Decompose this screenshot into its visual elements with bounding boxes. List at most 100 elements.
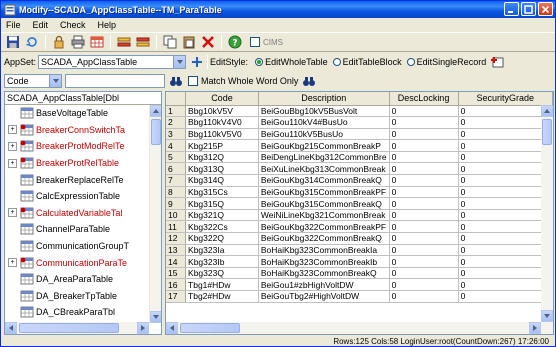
table-cell[interactable]: 0: [389, 186, 459, 199]
expand-icon[interactable]: +: [8, 258, 17, 268]
table-cell[interactable]: BeiGouKbg315CommonBreakPF: [258, 186, 390, 199]
column-header[interactable]: [166, 92, 187, 106]
search-input[interactable]: [65, 74, 165, 88]
tree-item[interactable]: + CalculatedVariableTal: [5, 205, 161, 222]
table-cell[interactable]: 0: [458, 128, 553, 141]
match-whole-word-checkbox[interactable]: Match Whole Word Only: [188, 76, 298, 86]
find-button[interactable]: [168, 73, 184, 89]
table-cell[interactable]: 0: [389, 116, 459, 129]
tree-item[interactable]: + BreakerConnSwitchTa: [5, 122, 161, 139]
help-button[interactable]: ?: [227, 34, 243, 50]
table-cell[interactable]: Bbg110kV4V0: [185, 116, 259, 129]
scroll-right-button[interactable]: [137, 322, 149, 334]
close-button[interactable]: [538, 2, 553, 16]
table-cell[interactable]: 0: [389, 278, 459, 291]
table-cell[interactable]: Kbg323Ia: [185, 244, 259, 257]
cims-checkbox-box[interactable]: [250, 37, 260, 47]
add-record-button[interactable]: [489, 54, 505, 70]
delete-button[interactable]: [200, 34, 216, 50]
table-cell[interactable]: 0: [389, 128, 459, 141]
scroll-right-button[interactable]: [529, 322, 541, 334]
expand-icon[interactable]: +: [8, 141, 17, 151]
tree-item[interactable]: CommunicationGroupT: [5, 238, 161, 255]
insert-row-button[interactable]: [116, 34, 132, 50]
radio-edit-whole-table[interactable]: EditWholeTable: [255, 57, 328, 67]
table-cell[interactable]: BeiGou110kV4#BusUo: [258, 116, 390, 129]
table-cell[interactable]: Kbg313Q: [185, 162, 259, 176]
table-cell[interactable]: BeiDengLineKbg312CommonBre: [258, 151, 390, 164]
table-cell[interactable]: 0: [458, 116, 553, 129]
table-cell[interactable]: Kbg321Q: [185, 209, 259, 222]
table-cell[interactable]: BeiGouKbg322CommonBreakPF: [258, 220, 390, 234]
expand-icon[interactable]: +: [8, 208, 17, 218]
table-cell[interactable]: 0: [389, 290, 459, 303]
radio-dot[interactable]: [332, 58, 341, 66]
table-cell[interactable]: 0: [389, 220, 459, 234]
table-row[interactable]: 7 Kbg314Q BeiGouKbg314CommonBreakQ 0 0: [166, 174, 553, 187]
table-cell[interactable]: 0: [389, 209, 459, 222]
save-button[interactable]: [5, 34, 21, 50]
radio-dot[interactable]: [406, 58, 415, 66]
table-cell[interactable]: Tbg2#HDw: [185, 290, 259, 303]
table-cell[interactable]: Kbg314Q: [185, 174, 259, 187]
table-row[interactable]: 14 Kbg323Ib BoHaiKbg323CommonBreakIb 0 0: [166, 255, 553, 268]
table-cell[interactable]: Bbg10kV5V: [185, 105, 259, 118]
table-cell[interactable]: BeiGouKbg215CommonBreakP: [258, 139, 390, 152]
table-row[interactable]: 5 Kbg312Q BeiDengLineKbg312CommonBre 0 0: [166, 151, 553, 164]
grid-vertical-scrollbar[interactable]: [541, 105, 553, 322]
scroll-up-button[interactable]: [150, 105, 161, 117]
add-appset-button[interactable]: [189, 54, 205, 70]
scroll-down-button[interactable]: [541, 310, 553, 322]
table-cell[interactable]: 0: [458, 139, 553, 152]
table-cell[interactable]: Kbg323Q: [185, 267, 259, 280]
table-cell[interactable]: BeiGouKbg315CommonBreakQ: [258, 197, 390, 210]
table-cell[interactable]: 0: [458, 290, 553, 303]
table-cell[interactable]: Kbg322Cs: [185, 220, 259, 234]
table-cell[interactable]: 0: [458, 174, 553, 187]
cims-checkbox[interactable]: CIMS: [250, 37, 283, 47]
table-cell[interactable]: 0: [389, 139, 459, 152]
table-row[interactable]: 3 Bbg110kV5V0 BeiGou110kV5BusUo 0 0: [166, 128, 553, 141]
table-row[interactable]: 10 Kbg321Q WeiNiLineKbg321CommonBreak 0 0: [166, 209, 553, 222]
table-cell[interactable]: BoHaiKbg323CommonBreakIb: [258, 255, 390, 268]
table-cell[interactable]: 0: [389, 105, 459, 118]
tree-horizontal-scrollbar[interactable]: [5, 322, 149, 334]
scroll-thumb[interactable]: [151, 119, 161, 145]
table-cell[interactable]: BeiGouTbg2#HighVoltDW: [258, 290, 390, 303]
expand-icon[interactable]: +: [8, 125, 17, 135]
table-cell[interactable]: 0: [458, 232, 553, 245]
tree-item[interactable]: + BreakerProtRelTable: [5, 155, 161, 172]
tree-item[interactable]: DA_BreakerTpTable: [5, 288, 161, 305]
menu-edit[interactable]: Edit: [31, 20, 51, 30]
table-cell[interactable]: 0: [389, 244, 459, 257]
expand-icon[interactable]: +: [8, 158, 17, 168]
table-cell[interactable]: BeiXuLineKbg313CommonBreak: [258, 162, 390, 176]
radio-dot[interactable]: [255, 58, 264, 66]
table-cell[interactable]: BeiGouBbg10kV5BusVolt: [258, 105, 390, 118]
scroll-thumb[interactable]: [180, 323, 240, 333]
table-cell[interactable]: BoHaiKbg323CommonBreakIa: [258, 244, 390, 257]
tree-item[interactable]: DA_AreaParaTable: [5, 271, 161, 288]
delete-row-button[interactable]: [135, 34, 151, 50]
tree-item[interactable]: CalcExpressionTable: [5, 188, 161, 205]
table-row[interactable]: 17 Tbg2#HDw BeiGouTbg2#HighVoltDW 0 0: [166, 290, 553, 303]
tree-item[interactable]: + CommunicationParaTe: [5, 254, 161, 271]
copy-button[interactable]: [162, 34, 178, 50]
table-cell[interactable]: 0: [389, 151, 459, 164]
table-row[interactable]: 15 Kbg323Q BoHaiKbg323CommonBreakQ 0 0: [166, 267, 553, 280]
table-row[interactable]: 6 Kbg313Q BeiXuLineKbg313CommonBreak 0 0: [166, 162, 553, 176]
table-cell[interactable]: Kbg323Ib: [185, 255, 259, 268]
column-header[interactable]: DescLocking: [389, 92, 459, 106]
table-cell[interactable]: 0: [458, 151, 553, 164]
table-cell[interactable]: 0: [389, 174, 459, 187]
table-cell[interactable]: 0: [458, 267, 553, 280]
table-cell[interactable]: 0: [458, 244, 553, 257]
table-cell[interactable]: BeiGouKbg322CommonBreakQ: [258, 232, 390, 245]
chevron-down-icon[interactable]: [173, 56, 186, 68]
paste-button[interactable]: [181, 34, 197, 50]
table-cell[interactable]: Bbg110kV5V0: [185, 128, 259, 141]
scroll-left-button[interactable]: [5, 322, 17, 334]
table-cell[interactable]: 0: [389, 255, 459, 268]
minimize-button[interactable]: [504, 2, 519, 16]
menu-help[interactable]: Help: [96, 20, 119, 30]
